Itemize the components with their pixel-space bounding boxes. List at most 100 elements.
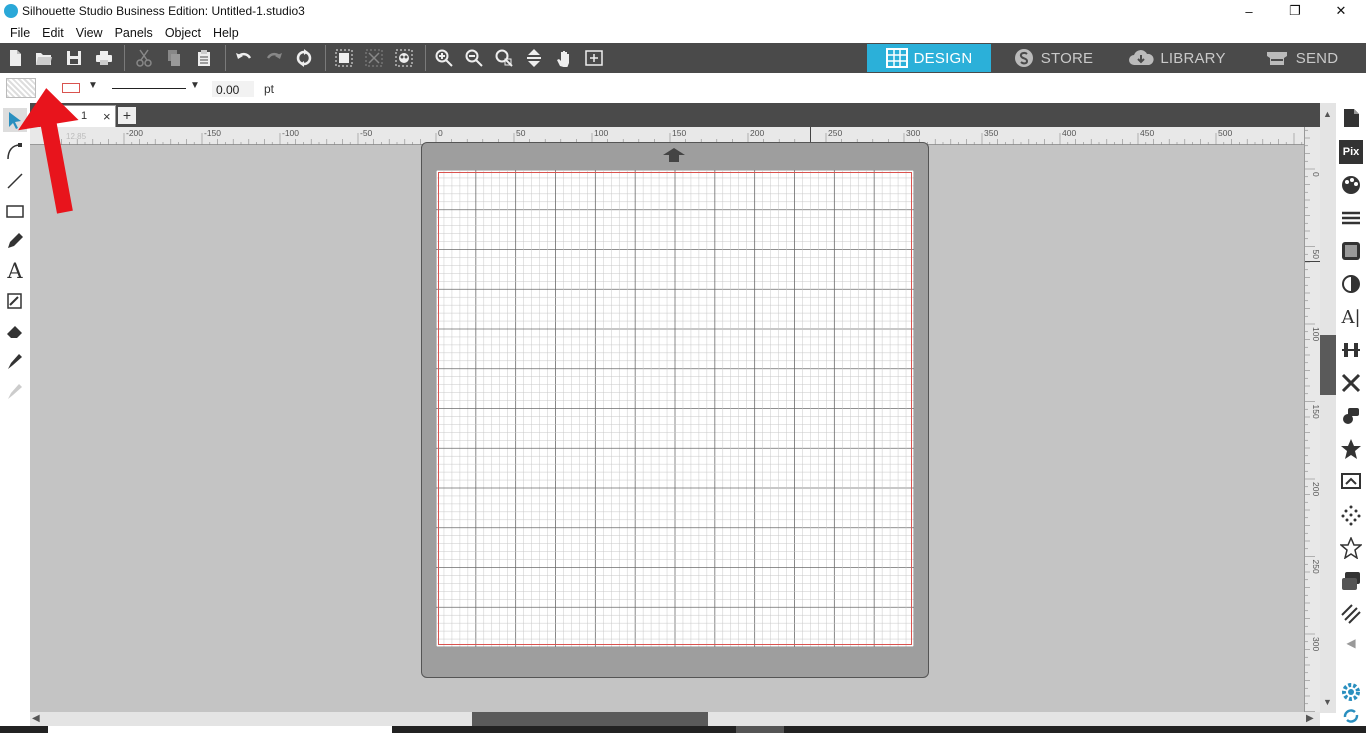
maximize-button[interactable]: ❐ xyxy=(1272,0,1318,22)
menu-edit[interactable]: Edit xyxy=(36,26,70,40)
vertical-scrollbar[interactable]: ▲ ▼ xyxy=(1320,103,1336,713)
text-style-icon[interactable]: A| xyxy=(1339,305,1363,329)
menu-bar: File Edit View Panels Object Help xyxy=(0,22,1366,43)
redraw-icon[interactable] xyxy=(293,47,315,69)
menu-file[interactable]: File xyxy=(4,26,36,40)
scroll-down-icon[interactable]: ▼ xyxy=(1323,697,1332,707)
line-weight-unit: pt xyxy=(264,82,275,96)
right-ruler-label: 200 xyxy=(1311,482,1320,496)
right-ruler-label: 0 xyxy=(1311,172,1320,177)
menu-panels[interactable]: Panels xyxy=(109,26,159,40)
cloud-download-icon xyxy=(1129,50,1154,65)
library-star-icon[interactable] xyxy=(1339,437,1363,461)
ungroup-icon[interactable] xyxy=(363,47,385,69)
menu-object[interactable]: Object xyxy=(159,26,207,40)
zoom-out-icon[interactable] xyxy=(463,47,485,69)
line-weight-input[interactable]: 0.00 xyxy=(212,81,254,97)
minimize-button[interactable]: – xyxy=(1226,0,1272,22)
menu-help[interactable]: Help xyxy=(207,26,245,40)
close-button[interactable]: ✕ xyxy=(1318,0,1364,22)
tab-design[interactable]: DESIGN xyxy=(867,44,991,72)
bottom-strip xyxy=(0,726,1366,733)
pixscan-icon[interactable]: Pix xyxy=(1339,140,1363,164)
top-ruler-label: -100 xyxy=(282,128,299,138)
cutting-area[interactable] xyxy=(436,170,914,647)
menu-view[interactable]: View xyxy=(70,26,109,40)
right-ruler-ticks: 0 50 100 150 200 250 300 xyxy=(1305,129,1320,712)
transform-icon[interactable] xyxy=(1339,371,1363,395)
cutter-icon xyxy=(1266,52,1287,65)
fit-to-page-icon[interactable] xyxy=(523,47,545,69)
close-tab-icon[interactable]: × xyxy=(103,109,111,124)
cut-border xyxy=(438,172,912,645)
title-bar: Silhouette Studio Business Edition: Unti… xyxy=(0,0,1366,22)
add-tab-button[interactable]: + xyxy=(118,107,136,124)
vertical-scroll-thumb[interactable] xyxy=(1320,335,1336,395)
refresh-icon[interactable] xyxy=(1339,704,1363,728)
red-annotation-arrow xyxy=(18,88,79,214)
scroll-up-icon[interactable]: ▲ xyxy=(1323,109,1332,119)
group-icon[interactable] xyxy=(333,47,355,69)
collapse-arrow-icon[interactable]: ◀ xyxy=(1339,631,1363,655)
replicate-icon[interactable] xyxy=(1339,404,1363,428)
grid-icon xyxy=(885,48,908,68)
settings-gear-icon[interactable] xyxy=(1339,680,1363,704)
contrast-icon[interactable] xyxy=(1339,272,1363,296)
design-canvas[interactable]: -200 -150 -100 -50 0 50 100 150 200 250 300 350 400 4… xyxy=(30,127,1320,712)
app-logo-icon xyxy=(4,4,18,18)
line-style-preview[interactable] xyxy=(112,88,186,89)
page-setup-icon[interactable] xyxy=(1339,106,1363,130)
horizontal-scroll-thumb[interactable] xyxy=(472,712,708,726)
top-ruler-label: 0 xyxy=(438,128,443,138)
pencil-tool-icon[interactable] xyxy=(3,229,27,253)
line-style-icon[interactable] xyxy=(1339,206,1363,230)
top-ruler-label: 350 xyxy=(984,128,998,138)
sketch-tool-icon[interactable] xyxy=(3,289,27,313)
compound-path-icon[interactable] xyxy=(393,47,415,69)
align-icon[interactable] xyxy=(1339,338,1363,362)
line-style-dropdown-icon[interactable]: ▼ xyxy=(190,80,200,91)
pan-hand-icon[interactable] xyxy=(553,47,575,69)
text-tool-icon[interactable]: A xyxy=(3,259,27,283)
dots-icon[interactable] xyxy=(1339,503,1363,527)
tab-send[interactable]: SEND xyxy=(1239,44,1363,72)
trace-icon[interactable] xyxy=(1339,470,1363,494)
document-tab-strip: 1 × + xyxy=(0,103,1366,127)
right-ruler: 0 50 100 150 200 250 300 xyxy=(1304,127,1320,712)
silhouette-s-icon xyxy=(1014,49,1033,67)
top-ruler-label: -50 xyxy=(360,128,373,138)
copy-icon[interactable] xyxy=(163,47,185,69)
undo-icon[interactable] xyxy=(233,47,255,69)
cut-icon[interactable] xyxy=(133,47,155,69)
star-outline-icon[interactable] xyxy=(1339,536,1363,560)
tab-store[interactable]: STORE xyxy=(991,44,1115,72)
tab-library[interactable]: LIBRARY xyxy=(1115,44,1239,72)
knife-tool-icon[interactable] xyxy=(3,349,27,373)
fill-pattern-icon[interactable] xyxy=(1339,239,1363,263)
hatch-icon[interactable] xyxy=(1339,602,1363,626)
top-ruler-label: 400 xyxy=(1062,128,1076,138)
paste-icon[interactable] xyxy=(193,47,215,69)
redo-icon[interactable] xyxy=(263,47,285,69)
tab-store-label: STORE xyxy=(1040,49,1094,67)
eraser-tool-icon[interactable] xyxy=(3,319,27,343)
scroll-right-icon[interactable]: ▶ xyxy=(1306,713,1314,724)
main-toolbar: DESIGN STORE LIBRARY SEND xyxy=(0,43,1366,73)
eyedropper-icon[interactable] xyxy=(3,379,27,403)
zoom-selection-icon[interactable] xyxy=(493,47,515,69)
top-ruler-label: 300 xyxy=(906,128,920,138)
top-ruler-label: 200 xyxy=(750,128,764,138)
right-ruler-label: 300 xyxy=(1311,637,1320,651)
right-ruler-label: 250 xyxy=(1311,560,1320,574)
right-ruler-label: 100 xyxy=(1311,327,1320,341)
fill-color-icon[interactable] xyxy=(1339,173,1363,197)
tab-library-label: LIBRARY xyxy=(1160,49,1226,67)
top-ruler-label: 100 xyxy=(594,128,608,138)
scroll-left-icon[interactable]: ◀ xyxy=(32,713,40,724)
zoom-in-icon[interactable] xyxy=(433,47,455,69)
top-ruler-label: 500 xyxy=(1218,128,1232,138)
horizontal-scrollbar[interactable]: ◀ ▶ xyxy=(30,712,1320,726)
layers-icon[interactable] xyxy=(1339,569,1363,593)
cutting-mat xyxy=(421,142,929,678)
add-page-icon[interactable] xyxy=(583,47,605,69)
